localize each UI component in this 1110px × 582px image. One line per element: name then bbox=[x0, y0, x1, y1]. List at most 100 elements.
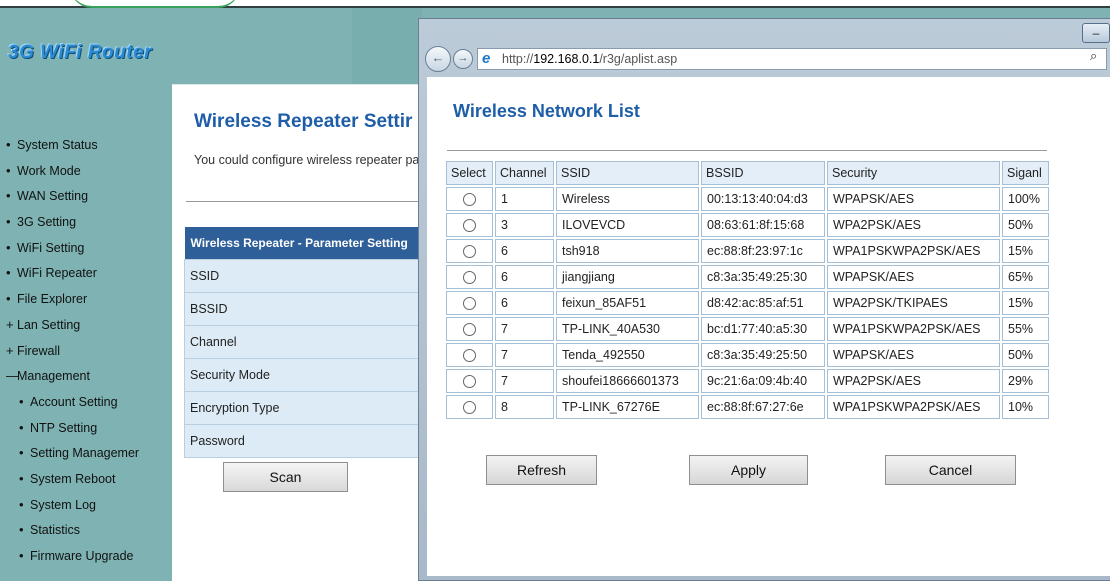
cell-security: WPA2PSK/AES bbox=[827, 369, 1000, 393]
sidebar-item-setting-managemer[interactable]: • Setting Managemer bbox=[0, 445, 139, 472]
minimize-button[interactable]: – bbox=[1082, 23, 1110, 43]
sidebar-item-label: System Reboot bbox=[30, 471, 116, 486]
forward-button[interactable]: → bbox=[453, 49, 473, 69]
sidebar-item-firewall[interactable]: + Firewall bbox=[0, 343, 139, 370]
cell-channel: 7 bbox=[495, 317, 554, 341]
bullet-icon: • bbox=[19, 522, 24, 538]
sidebar-item-ntp-setting[interactable]: • NTP Setting bbox=[0, 419, 139, 447]
sidebar-item-label: Statistics bbox=[30, 523, 81, 538]
back-button[interactable]: ← bbox=[425, 46, 451, 72]
table-row[interactable]: 6 jiangjiang c8:3a:35:49:25:30 WPAPSK/AES 65… bbox=[446, 265, 1049, 289]
bullet-icon: • bbox=[19, 419, 24, 435]
table-row[interactable]: 7 TP-LINK_40A530 bc:d1:77:40:a5:30 WPA1PSKW… bbox=[446, 317, 1049, 341]
sidebar-item-system-status[interactable]: • System Status bbox=[0, 137, 139, 164]
cell-bssid: bc:d1:77:40:a5:30 bbox=[701, 317, 825, 341]
bullet-icon: • bbox=[6, 239, 11, 255]
select-cell bbox=[446, 317, 493, 341]
select-radio[interactable] bbox=[463, 271, 476, 285]
cell-bssid: ec:88:8f:23:97:1c bbox=[701, 239, 825, 263]
cell-security: WPAPSK/AES bbox=[827, 343, 1000, 367]
cell-ssid: feixun_85AF51 bbox=[556, 291, 699, 315]
table-row[interactable]: 6 feixun_85AF51 d8:42:ac:85:af:51 WPA2PSK/T… bbox=[446, 291, 1049, 315]
network-list-title: Wireless Network List bbox=[453, 101, 640, 121]
col-security: Security bbox=[827, 161, 1000, 185]
table-row[interactable]: 7 shoufei18666601373 9c:21:6a:09:4b:40 WPA2… bbox=[446, 369, 1049, 393]
sidebar-item-label: Firmware Upgrade bbox=[30, 549, 134, 563]
bullet-icon: • bbox=[6, 188, 11, 204]
sidebar-item-management[interactable]: — Management bbox=[0, 368, 139, 395]
cell-security: WPAPSK/AES bbox=[827, 265, 1000, 289]
table-row[interactable]: 3 ILOVEVCD 08:63:61:8f:15:68 WPA2PSK/AES 50% bbox=[446, 213, 1049, 237]
cell-signal: 29% bbox=[1002, 369, 1049, 393]
url-prefix: http:// bbox=[502, 52, 534, 66]
sidebar-item-label: WAN Setting bbox=[17, 189, 89, 204]
sidebar-item-label: Management bbox=[17, 369, 90, 384]
cell-signal: 10% bbox=[1002, 395, 1049, 419]
sidebar-item-work-mode[interactable]: • Work Mode bbox=[0, 163, 139, 190]
cell-ssid: ILOVEVCD bbox=[556, 213, 699, 237]
select-radio[interactable] bbox=[463, 297, 476, 311]
back-arrow-icon: ← bbox=[431, 50, 445, 65]
cell-bssid: 00:13:13:40:04:d3 bbox=[701, 187, 825, 211]
select-radio[interactable] bbox=[463, 323, 476, 337]
cell-bssid: c8:3a:35:49:25:50 bbox=[701, 343, 825, 367]
refresh-button[interactable]: Refresh bbox=[486, 455, 597, 485]
table-row[interactable]: 1 Wireless 00:13:13:40:04:d3 WPAPSK/AES 100% bbox=[446, 187, 1049, 211]
sidebar-item-firmware-upgrade[interactable]: • Firmware Upgrade bbox=[0, 548, 139, 575]
sidebar-item-account-setting[interactable]: • Account Setting bbox=[0, 394, 139, 421]
sidebar-item-wifi-setting[interactable]: • WiFi Setting bbox=[0, 239, 139, 267]
sidebar-item-wan-setting[interactable]: • WAN Setting bbox=[0, 188, 139, 215]
table-row[interactable]: 7 Tenda_492550 c8:3a:35:49:25:50 WPAPSK/AES… bbox=[446, 343, 1049, 367]
page-description: You could configure wireless repeater pa bbox=[194, 153, 420, 167]
cell-bssid: d8:42:ac:85:af:51 bbox=[701, 291, 825, 315]
bullet-icon: • bbox=[6, 265, 11, 281]
sidebar-item-statistics[interactable]: • Statistics bbox=[0, 522, 139, 549]
select-radio[interactable] bbox=[463, 245, 476, 259]
select-radio[interactable] bbox=[463, 349, 476, 363]
page-title: Wireless Repeater Settir bbox=[194, 111, 413, 132]
sidebar-item-file-explorer[interactable]: • File Explorer bbox=[0, 291, 139, 318]
cell-security: WPA2PSK/AES bbox=[827, 213, 1000, 237]
select-radio[interactable] bbox=[463, 219, 476, 233]
bullet-icon: • bbox=[6, 214, 11, 230]
cell-bssid: ec:88:8f:67:27:6e bbox=[701, 395, 825, 419]
bullet-icon: • bbox=[6, 291, 11, 307]
cancel-button[interactable]: Cancel bbox=[885, 455, 1016, 485]
address-bar[interactable]: e http://192.168.0.1/r3g/aplist.asp bbox=[477, 48, 1107, 70]
select-cell bbox=[446, 343, 493, 367]
cell-security: WPA2PSK/TKIPAES bbox=[827, 291, 1000, 315]
collapse-icon: — bbox=[6, 368, 19, 384]
scan-button[interactable]: Scan bbox=[223, 462, 348, 492]
cell-ssid: TP-LINK_67276E bbox=[556, 395, 699, 419]
sidebar-item-system-log[interactable]: • System Log bbox=[0, 497, 139, 524]
cell-bssid: 9c:21:6a:09:4b:40 bbox=[701, 369, 825, 393]
popup-window: – ← → e http://192.168.0.1/r3g/aplist.as… bbox=[418, 18, 1110, 581]
cell-signal: 50% bbox=[1002, 213, 1049, 237]
select-radio[interactable] bbox=[463, 401, 476, 415]
table-row[interactable]: 8 TP-LINK_67276E ec:88:8f:67:27:6e WPA1PSKW… bbox=[446, 395, 1049, 419]
url-text: http://192.168.0.1/r3g/aplist.asp bbox=[502, 52, 677, 66]
cell-ssid: tsh918 bbox=[556, 239, 699, 263]
select-cell bbox=[446, 239, 493, 263]
table-row[interactable]: 6 tsh918 ec:88:8f:23:97:1c WPA1PSKWPA2PSK/A… bbox=[446, 239, 1049, 263]
select-radio[interactable] bbox=[463, 375, 476, 389]
sidebar-item-lan-setting[interactable]: + Lan Setting bbox=[0, 317, 139, 344]
sidebar-item-system-reboot[interactable]: • System Reboot bbox=[0, 471, 139, 498]
cell-bssid: 08:63:61:8f:15:68 bbox=[701, 213, 825, 237]
header-band bbox=[352, 8, 422, 90]
url-host: 192.168.0.1 bbox=[533, 52, 600, 66]
bullet-icon: • bbox=[19, 445, 24, 461]
select-radio[interactable] bbox=[463, 193, 476, 207]
cell-signal: 15% bbox=[1002, 291, 1049, 315]
cell-signal: 65% bbox=[1002, 265, 1049, 289]
sidebar-item-3g-setting[interactable]: • 3G Setting bbox=[0, 214, 139, 241]
router-logo: 3G WiFi Router bbox=[8, 42, 153, 63]
select-cell bbox=[446, 187, 493, 211]
router-sidebar: • System Status • Work Mode • WAN Setting • 3G … bbox=[0, 90, 172, 581]
apply-button[interactable]: Apply bbox=[689, 455, 808, 485]
col-ssid: SSID bbox=[556, 161, 699, 185]
sidebar-item-wifi-repeater[interactable]: • WiFi Repeater bbox=[0, 265, 139, 292]
cell-security: WPA1PSKWPA2PSK/AES bbox=[827, 317, 1000, 341]
search-icon[interactable]: ⌕ bbox=[1090, 48, 1108, 68]
popup-content: Wireless Network List Select Channel SSI… bbox=[427, 77, 1110, 576]
